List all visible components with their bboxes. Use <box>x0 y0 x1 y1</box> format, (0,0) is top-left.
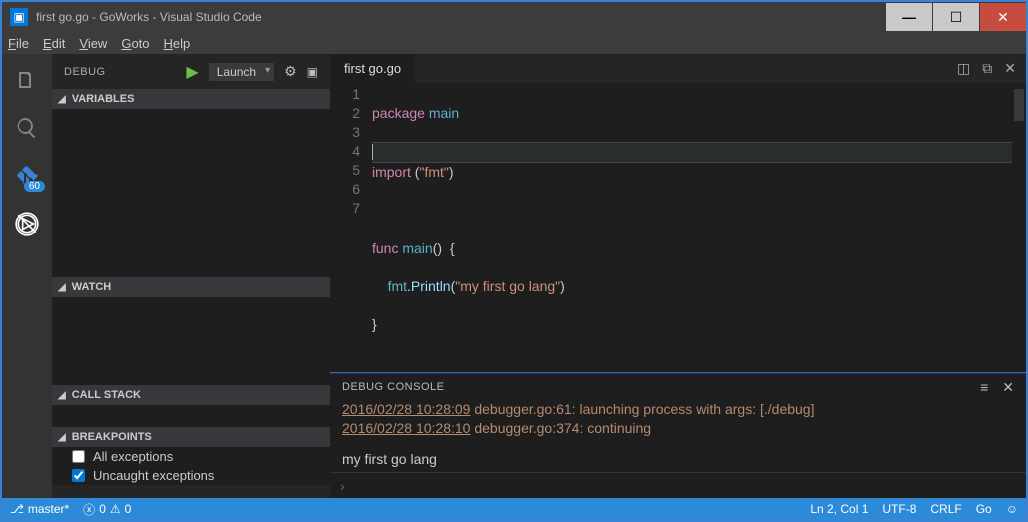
close-panel-icon[interactable]: ✕ <box>1002 379 1014 396</box>
panel-title: DEBUG CONSOLE <box>342 381 444 393</box>
menu-help[interactable]: Help <box>164 36 191 51</box>
section-variables[interactable]: ◢VARIABLES <box>52 89 330 109</box>
section-callstack[interactable]: ◢CALL STACK <box>52 385 330 405</box>
status-bar: ⎇ master* ⓧ 0 ⚠ 0 Ln 2, Col 1 UTF-8 CRLF… <box>2 498 1026 520</box>
maximize-button[interactable]: ☐ <box>933 3 979 31</box>
cursor-position[interactable]: Ln 2, Col 1 <box>810 502 868 516</box>
menu-goto[interactable]: Goto <box>121 36 149 51</box>
language-status[interactable]: Go <box>976 502 992 516</box>
open-console-icon[interactable]: ▣ <box>307 65 318 79</box>
breakpoint-all-exceptions[interactable]: All exceptions <box>52 447 330 466</box>
debug-sidebar: DEBUG ▶ Launch ⚙ ▣ ◢VARIABLES ◢WATCH ◢CA… <box>52 54 330 498</box>
breakpoint-uncaught-exceptions[interactable]: Uncaught exceptions <box>52 466 330 485</box>
section-watch[interactable]: ◢WATCH <box>52 277 330 297</box>
minimap[interactable] <box>1012 83 1026 372</box>
app-icon: ▣ <box>10 8 28 26</box>
debug-icon[interactable] <box>13 210 41 238</box>
search-icon[interactable] <box>13 114 41 142</box>
feedback-icon[interactable]: ☺ <box>1006 502 1018 516</box>
start-debug-button[interactable]: ▶ <box>186 62 198 82</box>
console-input[interactable]: › <box>330 472 1026 498</box>
section-breakpoints[interactable]: ◢BREAKPOINTS <box>52 427 330 447</box>
debug-title: DEBUG <box>64 66 106 78</box>
editor-tab-firstgo[interactable]: first go.go <box>330 54 415 83</box>
launch-config-select[interactable]: Launch <box>209 63 274 81</box>
eol-status[interactable]: CRLF <box>930 502 961 516</box>
console-output[interactable]: 2016/02/28 10:28:09 debugger.go:61: laun… <box>330 400 1026 472</box>
menu-edit[interactable]: Edit <box>43 36 65 51</box>
close-editor-icon[interactable]: ✕ <box>1004 60 1016 77</box>
explorer-icon[interactable] <box>13 66 41 94</box>
menu-bar: File Edit View Goto Help <box>2 32 1026 54</box>
activity-bar: 60 <box>2 54 52 498</box>
git-icon[interactable]: 60 <box>13 162 41 190</box>
line-gutter: 1234567 <box>330 85 372 372</box>
more-editor-icon[interactable]: ⧉ <box>982 60 992 77</box>
errors-status[interactable]: ⓧ 0 ⚠ 0 <box>83 501 131 518</box>
split-editor-icon[interactable]: ◫ <box>957 60 970 77</box>
code-content[interactable]: package main import ("fmt") func main() … <box>372 85 1026 372</box>
debug-header: DEBUG ▶ Launch ⚙ ▣ <box>52 54 330 89</box>
menu-file[interactable]: File <box>8 36 29 51</box>
menu-view[interactable]: View <box>79 36 107 51</box>
title-bar: ▣ first go.go - GoWorks - Visual Studio … <box>2 2 1026 32</box>
window-title: first go.go - GoWorks - Visual Studio Co… <box>36 10 885 24</box>
minimize-button[interactable]: — <box>886 3 932 31</box>
git-badge: 60 <box>24 181 45 192</box>
git-branch-status[interactable]: ⎇ master* <box>10 502 69 516</box>
close-button[interactable]: ✕ <box>980 3 1026 31</box>
encoding-status[interactable]: UTF-8 <box>882 502 916 516</box>
debug-console-panel: DEBUG CONSOLE ≡ ✕ 2016/02/28 10:28:09 de… <box>330 373 1026 498</box>
editor-tab-bar: first go.go ◫ ⧉ ✕ <box>330 54 1026 83</box>
clear-console-icon[interactable]: ≡ <box>980 379 988 396</box>
code-editor[interactable]: 1234567 package main import ("fmt") func… <box>330 83 1026 373</box>
configure-icon[interactable]: ⚙ <box>284 63 297 80</box>
